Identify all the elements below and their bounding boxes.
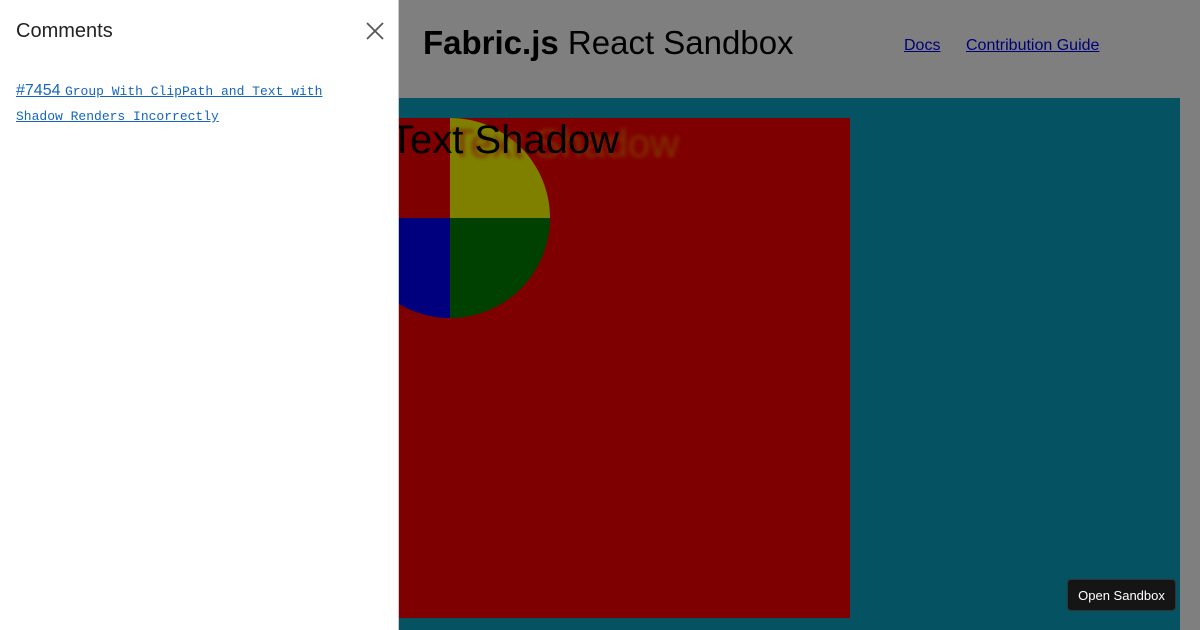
comment-issue-title: Group With ClipPath and Text with Shadow…	[16, 84, 323, 124]
close-icon	[366, 22, 384, 40]
comments-panel: Comments #7454 Group With ClipPath and T…	[0, 0, 399, 630]
close-button[interactable]	[363, 19, 387, 43]
comment-issue-number: #7454	[16, 82, 61, 99]
open-sandbox-button[interactable]: Open Sandbox	[1067, 579, 1176, 611]
comments-panel-title: Comments	[16, 20, 113, 42]
comment-item-link[interactable]: #7454 Group With ClipPath and Text with …	[16, 79, 356, 129]
